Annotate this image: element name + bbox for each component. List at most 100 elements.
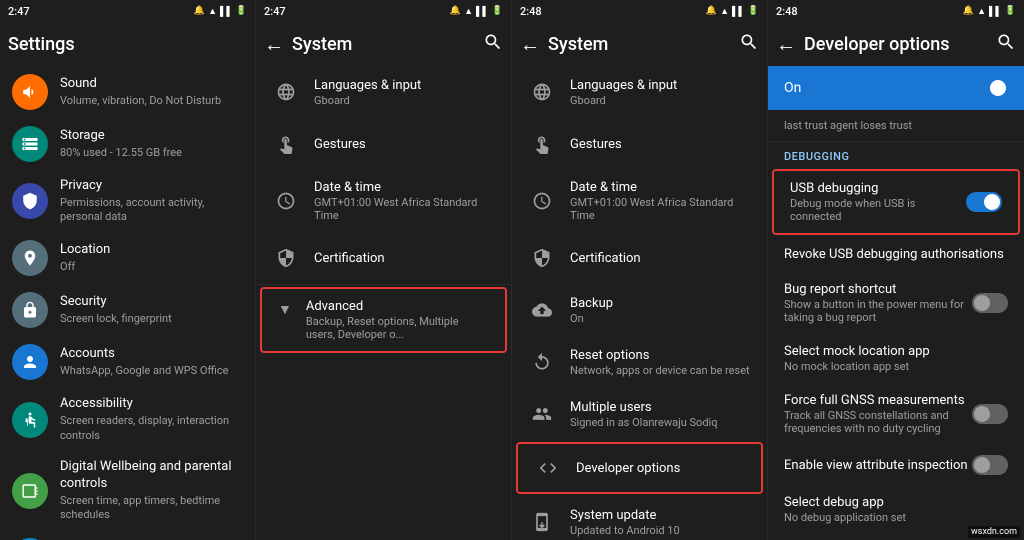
date-time-item[interactable]: Date & time GMT+01:00 West Africa Standa…: [256, 170, 511, 232]
location-item[interactable]: Location Off: [0, 232, 255, 284]
privacy-item[interactable]: Privacy Permissions, account activity, p…: [0, 170, 255, 232]
settings-list: Sound Volume, vibration, Do Not Disturb …: [0, 66, 255, 540]
system-update-item[interactable]: System update Updated to Android 10: [512, 496, 767, 540]
wifi-icon: ▲: [208, 6, 217, 17]
gesture-item-3[interactable]: Gestures: [512, 118, 767, 170]
developer-options-text: Developer options: [576, 461, 745, 476]
back-button-4[interactable]: ←: [776, 32, 796, 57]
time-3: 2:48: [520, 5, 542, 18]
gnss-toggle[interactable]: [972, 404, 1008, 424]
search-button-4[interactable]: [996, 32, 1016, 57]
usb-debugging-title: USB debugging: [790, 181, 966, 196]
developer-options-title: Developer options: [576, 461, 745, 476]
battery-icon-3: 🔋: [748, 6, 759, 16]
privacy-icon: [12, 183, 48, 219]
digital-wellbeing-icon: [12, 473, 48, 509]
users-item-3[interactable]: Multiple users Signed in as Olanrewaju S…: [512, 388, 767, 440]
bug-report-subtitle: Show a button in the power menu for taki…: [784, 298, 972, 324]
backup-item-3[interactable]: Backup On: [512, 284, 767, 336]
bug-report-toggle[interactable]: [972, 293, 1008, 313]
security-item[interactable]: Security Screen lock, fingerprint: [0, 284, 255, 336]
accessibility-title: Accessibility: [60, 396, 243, 413]
view-attribute-toggle[interactable]: [972, 455, 1008, 475]
dev-on-row[interactable]: On: [768, 66, 1024, 110]
usb-debugging-item[interactable]: USB debugging Debug mode when USB is con…: [772, 169, 1020, 235]
lang-item-3[interactable]: Languages & input Gboard: [512, 66, 767, 118]
usb-debugging-subtitle: Debug mode when USB is connected: [790, 197, 966, 223]
gesture-text-3: Gestures: [570, 137, 751, 152]
notif-icon-4: 🔔: [963, 6, 974, 16]
system-expanded-list: Languages & input Gboard Gestures Date &…: [512, 66, 767, 540]
backup-text-3: Backup On: [570, 296, 751, 325]
reset-icon-3: [528, 352, 556, 372]
certification-title: Certification: [314, 251, 495, 266]
datetime-subtitle-3: GMT+01:00 West Africa Standard Time: [570, 196, 751, 222]
datetime-item-3[interactable]: Date & time GMT+01:00 West Africa Standa…: [512, 170, 767, 232]
accounts-item[interactable]: Accounts WhatsApp, Google and WPS Office: [0, 336, 255, 388]
languages-text: Languages & input Gboard: [314, 78, 495, 107]
security-title: Security: [60, 294, 243, 311]
certification-icon: [272, 248, 300, 268]
gnss-row: Force full GNSS measurements Track all G…: [784, 393, 1008, 435]
system-toolbar-title: System: [292, 34, 475, 55]
search-button-2[interactable]: [483, 32, 503, 57]
accounts-icon: [12, 344, 48, 380]
dev-trust-row: last trust agent loses trust: [768, 110, 1024, 141]
battery-icon-2: 🔋: [492, 6, 503, 16]
view-attribute-row: Enable view attribute inspection: [784, 455, 1008, 475]
divider-2: [256, 284, 511, 285]
cert-item-3[interactable]: Certification: [512, 232, 767, 284]
system-update-text: System update Updated to Android 10: [570, 508, 751, 537]
digital-wellbeing-title: Digital Wellbeing and parental controls: [60, 459, 243, 493]
location-title: Location: [60, 242, 243, 259]
date-time-text: Date & time GMT+01:00 West Africa Standa…: [314, 180, 495, 222]
back-button-3[interactable]: ←: [520, 32, 540, 57]
wifi-icon-4: ▲: [977, 6, 986, 17]
signal-icon: ▌▌: [220, 6, 233, 17]
back-button-2[interactable]: ←: [264, 32, 284, 57]
mock-location-text: Select mock location app No mock locatio…: [784, 344, 1008, 373]
notif-icon-3: 🔔: [706, 6, 717, 16]
advanced-item[interactable]: ▼ Advanced Backup, Reset options, Multip…: [260, 287, 507, 353]
reset-item-3[interactable]: Reset options Network, apps or device ca…: [512, 336, 767, 388]
storage-item[interactable]: Storage 80% used - 12.55 GB free: [0, 118, 255, 170]
wifi-icon-3: ▲: [720, 6, 729, 17]
status-bar-1: 2:47 🔔 ▲ ▌▌ 🔋: [0, 0, 255, 22]
dev-toolbar: ← Developer options: [768, 22, 1024, 66]
view-attr-toggle-knob: [974, 457, 990, 473]
location-text: Location Off: [60, 242, 243, 274]
gnss-subtitle: Track all GNSS constellations and freque…: [784, 409, 972, 435]
developer-options-item[interactable]: Developer options: [516, 442, 763, 494]
revoke-usb-item[interactable]: Revoke USB debugging authorisations: [768, 237, 1024, 272]
system-expanded-title: System: [548, 34, 731, 55]
signal-icon-4: ▌▌: [989, 6, 1002, 17]
privacy-title: Privacy: [60, 178, 243, 195]
bug-report-item[interactable]: Bug report shortcut Show a button in the…: [768, 272, 1024, 334]
time-4: 2:48: [776, 5, 798, 18]
sound-item[interactable]: Sound Volume, vibration, Do Not Disturb: [0, 66, 255, 118]
debug-app-text: Select debug app No debug application se…: [784, 495, 1008, 524]
view-attribute-item[interactable]: Enable view attribute inspection: [768, 445, 1024, 485]
languages-item[interactable]: Languages & input Gboard: [256, 66, 511, 118]
google-item[interactable]: G Google Services & preferences: [0, 530, 255, 540]
advanced-subtitle: Backup, Reset options, Multiple users, D…: [306, 315, 489, 341]
gestures-item[interactable]: Gestures: [256, 118, 511, 170]
notification-icon: 🔔: [194, 6, 205, 16]
certification-item[interactable]: Certification: [256, 232, 511, 284]
usb-debugging-toggle[interactable]: [966, 192, 1002, 212]
gnss-item[interactable]: Force full GNSS measurements Track all G…: [768, 383, 1024, 445]
dev-toolbar-title: Developer options: [804, 34, 988, 55]
cert-text-3: Certification: [570, 251, 751, 266]
system-update-title: System update: [570, 508, 751, 523]
gestures-text: Gestures: [314, 137, 495, 152]
dev-on-toggle[interactable]: [972, 78, 1008, 98]
backup-subtitle-3: On: [570, 312, 751, 325]
lang-icon-3: [528, 82, 556, 102]
accessibility-item[interactable]: Accessibility Screen readers, display, i…: [0, 388, 255, 450]
search-button-3[interactable]: [739, 32, 759, 57]
digital-wellbeing-item[interactable]: Digital Wellbeing and parental controls …: [0, 451, 255, 530]
battery-icon-4: 🔋: [1005, 6, 1016, 16]
accounts-subtitle: WhatsApp, Google and WPS Office: [60, 364, 243, 378]
mock-location-item[interactable]: Select mock location app No mock locatio…: [768, 334, 1024, 383]
accounts-text: Accounts WhatsApp, Google and WPS Office: [60, 346, 243, 378]
